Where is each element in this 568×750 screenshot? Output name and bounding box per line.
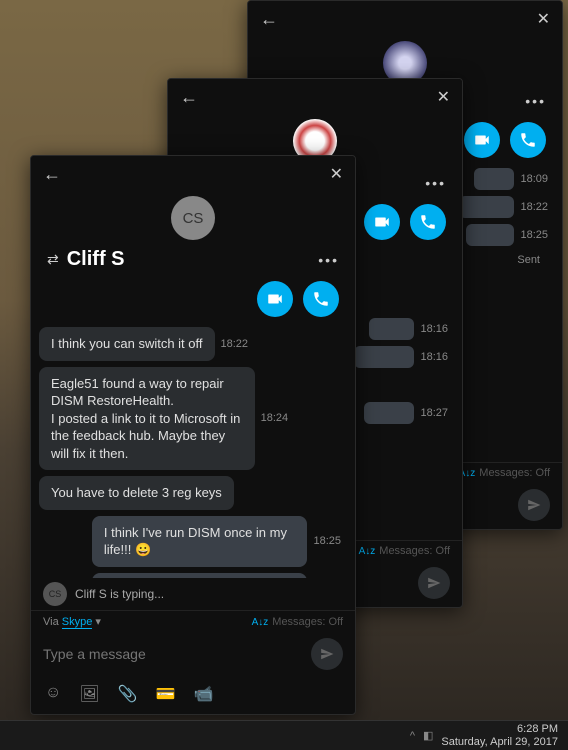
clock[interactable]: 6:28 PM Saturday, April 29, 2017 xyxy=(441,723,558,747)
swap-icon: ⇄ xyxy=(47,251,59,268)
video-call-button[interactable] xyxy=(464,122,500,158)
attachment-row: ☺ 🖼 📎 💳 📹 xyxy=(31,678,355,714)
typing-indicator: CS Cliff S is typing... xyxy=(31,578,355,610)
message-bubble: I think you can switch it off xyxy=(39,327,215,361)
az-icon: A↓z xyxy=(252,617,269,628)
messages-off-label: Messages: Off xyxy=(272,616,343,628)
titlebar: ← ✕ xyxy=(248,1,562,37)
send-button[interactable] xyxy=(311,638,343,670)
skype-link[interactable]: Skype xyxy=(62,616,93,629)
titlebar: ← ✕ xyxy=(168,79,462,115)
avatar[interactable]: CS xyxy=(171,196,215,240)
message-bubble xyxy=(364,402,414,424)
timestamp: 18:25 xyxy=(313,535,341,547)
call-buttons xyxy=(31,275,355,327)
back-button[interactable]: ← xyxy=(43,164,61,185)
clock-date: Saturday, April 29, 2017 xyxy=(441,736,558,748)
timestamp: 18:25 xyxy=(520,229,548,241)
message-input[interactable] xyxy=(43,646,301,662)
timestamp: 18:09 xyxy=(520,173,548,185)
message-bubble xyxy=(369,318,414,340)
file-icon[interactable]: 📎 xyxy=(118,684,138,704)
tray-icon[interactable]: ◧ xyxy=(423,729,433,742)
more-button[interactable]: ••• xyxy=(318,252,339,268)
close-button[interactable]: ✕ xyxy=(437,87,450,107)
timestamp: 18:16 xyxy=(420,323,448,335)
audio-call-button[interactable] xyxy=(510,122,546,158)
titlebar: ← ✕ xyxy=(31,156,355,192)
clock-time: 6:28 PM xyxy=(441,723,558,735)
tray-icon[interactable]: ^ xyxy=(410,730,415,742)
back-button[interactable]: ← xyxy=(180,87,198,108)
typing-text: Cliff S is typing... xyxy=(75,587,164,601)
via-label: Via Skype ▾ xyxy=(43,615,101,628)
message-bubble xyxy=(459,196,514,218)
chat-window-cliff: ← ✕ CS ⇄ Cliff S ••• I think you can swi… xyxy=(30,155,356,715)
send-button[interactable] xyxy=(418,567,450,599)
more-button[interactable]: ••• xyxy=(425,175,446,191)
taskbar: ^ ◧ 6:28 PM Saturday, April 29, 2017 xyxy=(0,720,568,750)
timestamp: 18:27 xyxy=(420,407,448,419)
name-row: ⇄ Cliff S ••• xyxy=(31,240,355,275)
message-bubble xyxy=(466,224,514,246)
timestamp: 18:22 xyxy=(221,338,249,350)
back-button[interactable]: ← xyxy=(260,9,278,30)
message-bubble: You have to delete 3 reg keys xyxy=(39,476,234,510)
emoji-icon[interactable]: ☺ xyxy=(45,684,61,704)
message-bubble xyxy=(474,168,514,190)
audio-call-button[interactable] xyxy=(303,281,339,317)
video-call-button[interactable] xyxy=(364,204,400,240)
image-icon[interactable]: 🖼 xyxy=(79,684,99,704)
contact-icon[interactable]: 💳 xyxy=(156,684,176,704)
via-row: Via Skype ▾ A↓zMessages: Off xyxy=(31,610,355,630)
message-bubble xyxy=(354,346,414,368)
timestamp: 18:16 xyxy=(420,351,448,363)
message-bubble: I think I've run DISM once in my life!!!… xyxy=(92,516,308,567)
more-button[interactable]: ••• xyxy=(525,93,546,109)
az-icon: A↓z xyxy=(359,546,376,557)
close-button[interactable]: ✕ xyxy=(537,9,550,29)
video-call-button[interactable] xyxy=(257,281,293,317)
messages-off-label: Messages: Off xyxy=(479,467,550,479)
input-row xyxy=(31,630,355,678)
video-message-icon[interactable]: 📹 xyxy=(194,684,214,704)
close-button[interactable]: ✕ xyxy=(330,164,343,184)
message-list: I think you can switch it off 18:22 Eagle… xyxy=(31,327,355,578)
audio-call-button[interactable] xyxy=(410,204,446,240)
contact-name: Cliff S xyxy=(67,248,125,271)
mini-avatar: CS xyxy=(43,582,67,606)
send-button[interactable] xyxy=(518,489,550,521)
timestamp: 18:24 xyxy=(261,412,289,424)
messages-off-label: Messages: Off xyxy=(379,545,450,557)
message-bubble: Eagle51 found a way to repair DISM Resto… xyxy=(39,367,255,471)
timestamp: 18:22 xyxy=(520,201,548,213)
